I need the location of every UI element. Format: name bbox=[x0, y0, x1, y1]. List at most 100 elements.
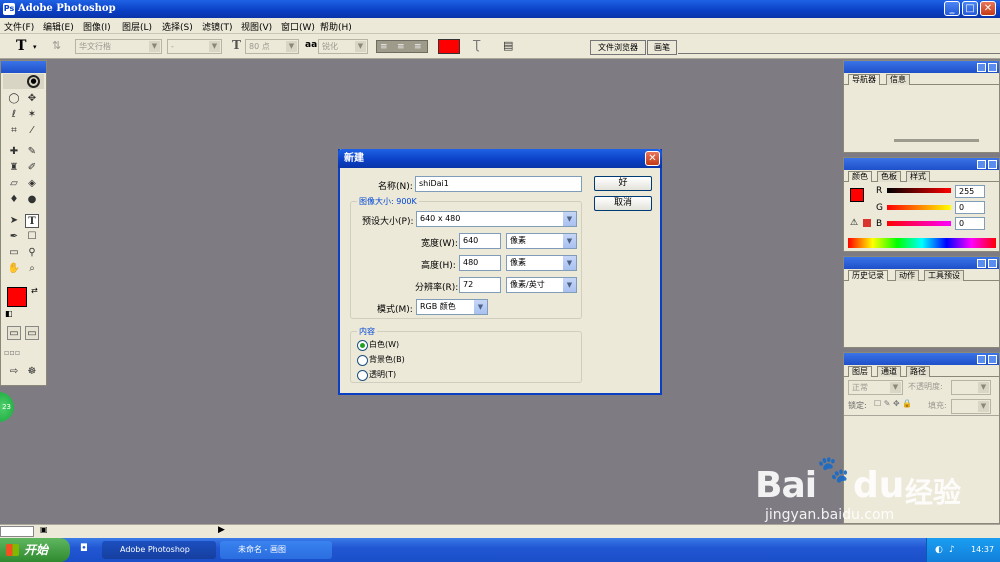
maximize-button[interactable]: □ bbox=[962, 1, 978, 16]
eyedropper-tool-icon[interactable]: ⚲ bbox=[25, 246, 39, 260]
eraser-tool-icon[interactable]: ▱ bbox=[7, 177, 21, 191]
hand-tool-icon[interactable]: ✋ bbox=[7, 262, 21, 276]
color-spectrum-bar[interactable] bbox=[848, 238, 996, 248]
resolution-unit-select[interactable]: 像素/英寸 ▼ bbox=[506, 277, 577, 293]
magic-wand-tool-icon[interactable]: ✶ bbox=[25, 108, 39, 122]
tab-navigator[interactable]: 导航器 bbox=[848, 74, 880, 85]
resolution-input[interactable]: 72 bbox=[459, 277, 501, 293]
history-brush-tool-icon[interactable]: ✐ bbox=[25, 161, 39, 175]
menu-view[interactable]: 视图(V) bbox=[241, 20, 272, 33]
tab-styles[interactable]: 样式 bbox=[906, 171, 930, 182]
panel-minimize-icon[interactable] bbox=[977, 355, 986, 364]
mode-select[interactable]: RGB 颜色 ▼ bbox=[416, 299, 488, 315]
contents-transparent-radio[interactable]: 透明(T) bbox=[357, 370, 396, 381]
standard-mode-icon[interactable]: ▭ bbox=[7, 326, 21, 340]
document-icon[interactable]: ▣ bbox=[40, 525, 48, 534]
fill-input[interactable]: ▼ bbox=[951, 399, 991, 414]
font-family-select[interactable]: 华文行楷 ▼ bbox=[75, 39, 162, 54]
contents-white-radio[interactable]: 白色(W) bbox=[357, 340, 399, 351]
shape-tool-icon[interactable]: ☐ bbox=[25, 230, 39, 244]
tab-brushes[interactable]: 画笔 bbox=[647, 40, 677, 55]
tab-history[interactable]: 历史记录 bbox=[848, 270, 888, 281]
status-arrow-icon[interactable]: ▶ bbox=[218, 525, 225, 535]
menu-file[interactable]: 文件(F) bbox=[4, 20, 34, 33]
name-input[interactable]: shiDai1 bbox=[415, 176, 582, 192]
dialog-close-button[interactable]: ✕ bbox=[645, 151, 660, 166]
minimize-button[interactable]: _ bbox=[944, 1, 960, 16]
width-unit-select[interactable]: 像素 ▼ bbox=[506, 233, 577, 249]
type-tool-icon[interactable]: T bbox=[16, 38, 26, 54]
tab-actions[interactable]: 动作 bbox=[895, 270, 919, 281]
panel-minimize-icon[interactable] bbox=[977, 259, 986, 268]
color-g-slider[interactable] bbox=[887, 205, 951, 210]
tab-layers[interactable]: 图层 bbox=[848, 366, 872, 377]
align-buttons[interactable]: ≡ ≡ ≡ bbox=[376, 40, 428, 53]
slice-tool-icon[interactable]: ⁄ bbox=[25, 124, 39, 138]
antialias-select[interactable]: 锐化 ▼ bbox=[318, 39, 368, 54]
volume-icon[interactable]: ♪ bbox=[949, 538, 955, 562]
warp-text-icon[interactable]: Ʈ bbox=[473, 38, 480, 52]
panel-minimize-icon[interactable] bbox=[977, 63, 986, 72]
jump-to-imageready-icon[interactable]: ⇨ bbox=[7, 365, 21, 379]
font-style-select[interactable]: - ▼ bbox=[167, 39, 222, 54]
network-icon[interactable]: ◐ bbox=[935, 538, 943, 562]
menu-edit[interactable]: 编辑(E) bbox=[43, 20, 74, 33]
align-right-icon[interactable]: ≡ bbox=[414, 42, 422, 52]
align-left-icon[interactable]: ≡ bbox=[380, 42, 388, 52]
font-size-select[interactable]: 80 点 ▼ bbox=[245, 39, 299, 54]
lasso-tool-icon[interactable]: ℓ bbox=[7, 108, 21, 122]
default-colors-icon[interactable]: ◧ bbox=[5, 309, 13, 318]
notes-tool-icon[interactable]: ▭ bbox=[7, 246, 21, 260]
tab-file-browser[interactable]: 文件浏览器 bbox=[590, 40, 646, 55]
blur-tool-icon[interactable]: ♦ bbox=[7, 193, 21, 207]
opacity-input[interactable]: ▼ bbox=[951, 380, 991, 395]
gamut-swatch[interactable] bbox=[863, 219, 871, 227]
healing-brush-tool-icon[interactable]: ✚ bbox=[7, 145, 21, 159]
color-b-slider[interactable] bbox=[887, 221, 951, 226]
tab-paths[interactable]: 路径 bbox=[906, 366, 930, 377]
start-button[interactable]: 开始 bbox=[0, 538, 70, 562]
pen-tool-icon[interactable]: ✒ bbox=[7, 230, 21, 244]
tab-channels[interactable]: 通道 bbox=[877, 366, 901, 377]
cancel-button[interactable]: 取消 bbox=[594, 196, 652, 211]
color-r-input[interactable]: 255 bbox=[955, 185, 985, 198]
ok-button[interactable]: 好 bbox=[594, 176, 652, 191]
menu-filter[interactable]: 滤镜(T) bbox=[202, 20, 233, 33]
show-desktop-icon[interactable]: ◘ bbox=[80, 543, 88, 554]
brush-tool-icon[interactable]: ✎ bbox=[25, 145, 39, 159]
palettes-icon[interactable]: ▤ bbox=[503, 39, 513, 52]
align-center-icon[interactable]: ≡ bbox=[397, 42, 405, 52]
zoom-field[interactable] bbox=[0, 526, 34, 537]
preset-select[interactable]: 640 x 480 ▼ bbox=[416, 211, 577, 227]
tab-swatches[interactable]: 色板 bbox=[877, 171, 901, 182]
panel-close-icon[interactable] bbox=[988, 259, 997, 268]
color-g-input[interactable]: 0 bbox=[955, 201, 985, 214]
clone-stamp-tool-icon[interactable]: ♜ bbox=[7, 161, 21, 175]
height-unit-select[interactable]: 像素 ▼ bbox=[506, 255, 577, 271]
taskbar-item-paint[interactable]: 未命名 - 画图 bbox=[220, 541, 332, 559]
dodge-tool-icon[interactable]: ● bbox=[25, 193, 39, 207]
contents-background-radio[interactable]: 背景色(B) bbox=[357, 355, 405, 366]
menu-layer[interactable]: 图层(L) bbox=[122, 20, 152, 33]
text-color-swatch[interactable] bbox=[438, 39, 460, 54]
menu-image[interactable]: 图像(I) bbox=[83, 20, 111, 33]
move-tool-icon[interactable]: ✥ bbox=[25, 92, 39, 106]
panel-minimize-icon[interactable] bbox=[977, 160, 986, 169]
height-input[interactable]: 480 bbox=[459, 255, 501, 271]
blend-mode-select[interactable]: 正常 ▼ bbox=[848, 380, 903, 395]
foreground-color-swatch[interactable] bbox=[7, 287, 27, 307]
panel-close-icon[interactable] bbox=[988, 160, 997, 169]
quick-mask-mode-icon[interactable]: ▭ bbox=[25, 326, 39, 340]
text-orientation-icon[interactable]: ⇅ bbox=[52, 39, 61, 52]
zoom-slider[interactable] bbox=[894, 139, 979, 142]
taskbar-item-photoshop[interactable]: Adobe Photoshop bbox=[102, 541, 216, 559]
width-input[interactable]: 640 bbox=[459, 233, 501, 249]
paint-bucket-tool-icon[interactable]: ◈ bbox=[25, 177, 39, 191]
screen-mode-icons[interactable]: ▫▫▫ bbox=[4, 348, 20, 357]
imageready-icon[interactable]: ☸ bbox=[25, 365, 39, 379]
menu-window[interactable]: 窗口(W) bbox=[281, 20, 315, 33]
type-tool-icon[interactable]: T bbox=[25, 214, 39, 228]
lock-icons[interactable]: ☐ ✎ ✥ 🔒 bbox=[874, 399, 912, 408]
badge[interactable]: 23 bbox=[0, 392, 14, 422]
marquee-tool-icon[interactable]: ◯ bbox=[7, 92, 21, 106]
